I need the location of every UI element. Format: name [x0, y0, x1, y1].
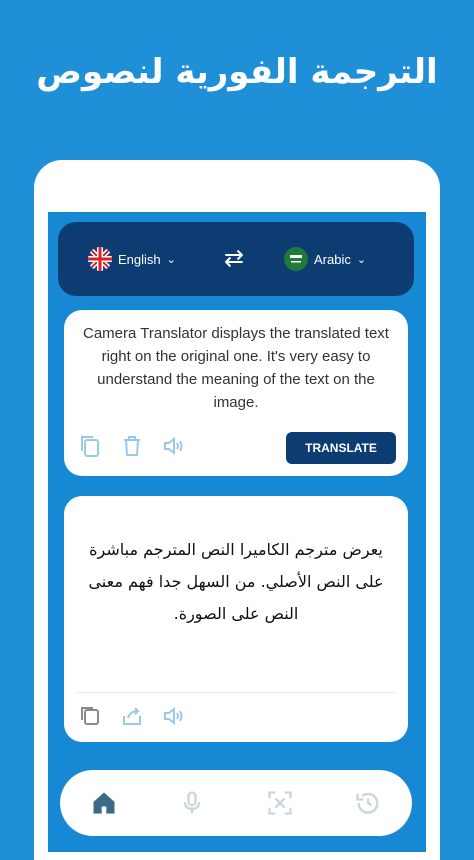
source-text-card: Camera Translator displays the translate…: [64, 310, 408, 476]
source-actions: [78, 434, 186, 458]
saudi-flag-icon: [284, 247, 308, 271]
copy-icon[interactable]: [78, 434, 102, 458]
app-screen: English ⌄ ⇄ Arabic ⌄ Camera Translator d…: [48, 212, 426, 852]
uk-flag-icon: [88, 247, 112, 271]
translate-button[interactable]: TRANSLATE: [286, 432, 396, 464]
scan-icon[interactable]: [266, 789, 294, 817]
microphone-icon[interactable]: [178, 789, 206, 817]
swap-arrows-icon[interactable]: ⇄: [224, 244, 244, 272]
translated-text-card: يعرض مترجم الكاميرا النص المترجم مباشرة …: [64, 496, 408, 742]
share-icon[interactable]: [120, 704, 144, 728]
output-actions: [78, 704, 186, 728]
history-icon[interactable]: [354, 789, 382, 817]
home-icon[interactable]: [90, 789, 118, 817]
delete-icon[interactable]: [120, 434, 144, 458]
translated-text: يعرض مترجم الكاميرا النص المترجم مباشرة …: [88, 540, 384, 623]
headline-title: الترجمة الفورية لنصوص: [36, 52, 438, 92]
source-text[interactable]: Camera Translator displays the translate…: [82, 322, 390, 414]
divider: [76, 692, 396, 693]
speaker-icon[interactable]: [162, 434, 186, 458]
language-bar: English ⌄ ⇄ Arabic ⌄: [58, 222, 414, 296]
chevron-down-icon: ⌄: [166, 253, 176, 266]
chevron-down-icon: ⌄: [356, 253, 367, 266]
source-language-label: English: [118, 251, 161, 267]
copy-icon[interactable]: [78, 704, 102, 728]
bottom-navigation: [60, 770, 412, 836]
target-language-label: Arabic: [314, 251, 351, 267]
speaker-icon[interactable]: [162, 704, 186, 728]
phone-frame: English ⌄ ⇄ Arabic ⌄ Camera Translator d…: [34, 160, 440, 860]
target-language-selector[interactable]: Arabic ⌄: [284, 247, 366, 271]
source-language-selector[interactable]: English ⌄: [88, 247, 176, 271]
